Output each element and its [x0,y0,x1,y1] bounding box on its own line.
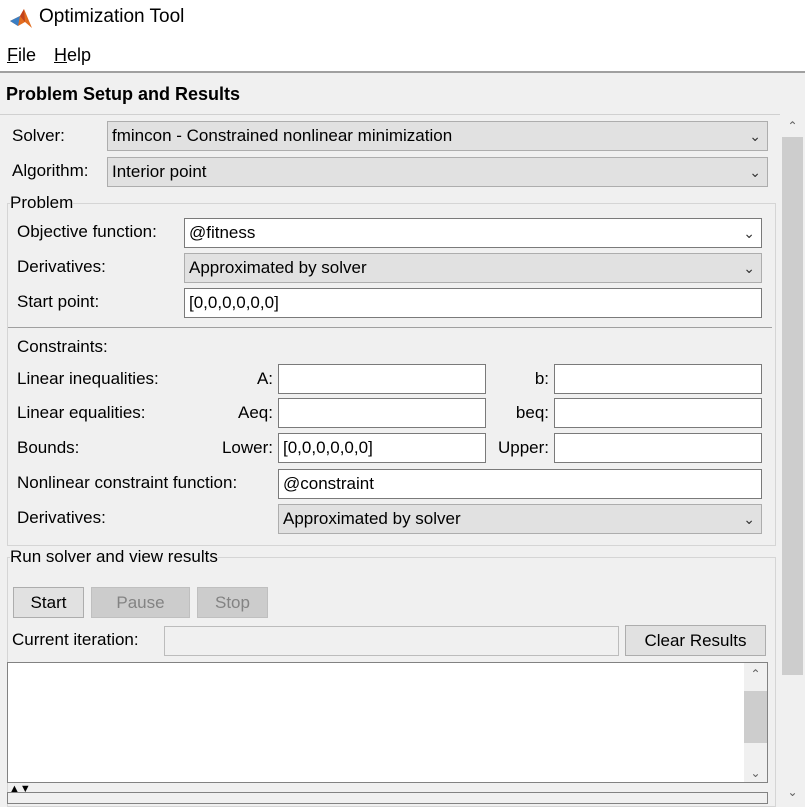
start-label: Start [30,593,67,612]
current-iteration-field [164,626,619,656]
start-point-label: Start point: [17,292,100,311]
main-scroll-thumb[interactable] [782,137,803,675]
lower-label: Lower: [221,438,273,457]
menu-bar: File Help [0,36,805,73]
b-label: b: [534,369,549,388]
scroll-down-icon[interactable]: ⌄ [744,766,767,780]
chevron-down-icon: ⌄ [749,164,761,180]
matlab-logo-icon [10,9,32,28]
linear-equalities-label: Linear equalities: [17,403,146,422]
menu-file[interactable]: File [7,45,36,66]
chevron-down-icon: ⌄ [743,260,755,276]
chevron-down-icon: ⌄ [743,511,755,527]
linear-inequalities-label: Linear inequalities: [17,369,159,388]
objective-function-input[interactable]: @fitness ⌄ [184,218,762,248]
algorithm-select[interactable]: Interior point ⌄ [107,157,768,187]
derivatives-value: Approximated by solver [189,258,367,277]
b-input[interactable] [554,364,762,394]
lower-panel [7,792,768,804]
algorithm-label: Algorithm: [12,161,89,180]
clear-results-button[interactable]: Clear Results [625,625,766,656]
pause-button[interactable]: Pause [91,587,190,618]
results-output[interactable]: ⌃ ⌄ [7,662,768,783]
divider [0,114,780,115]
aeq-input[interactable] [278,398,486,428]
algorithm-value: Interior point [112,162,207,181]
constraint-derivatives-label: Derivatives: [17,508,106,527]
pause-label: Pause [116,593,165,612]
objective-value: @fitness [189,223,256,242]
chevron-down-icon: ⌄ [743,225,755,241]
menu-help[interactable]: Help [54,45,91,66]
title-bar: Optimization Tool [0,0,805,36]
beq-input[interactable] [554,398,762,428]
a-input[interactable] [278,364,486,394]
separator [8,327,772,328]
constraint-derivatives-select[interactable]: Approximated by solver ⌄ [278,504,762,534]
solver-value: fmincon - Constrained nonlinear minimiza… [112,126,453,145]
objective-label: Objective function: [17,222,157,241]
window-title: Optimization Tool [39,6,185,27]
a-label: A: [256,369,273,388]
nonlinear-constraint-label: Nonlinear constraint function: [17,473,238,492]
stop-button[interactable]: Stop [197,587,268,618]
upper-bound-input[interactable] [554,433,762,463]
derivatives-select[interactable]: Approximated by solver ⌄ [184,253,762,283]
solver-label: Solver: [12,126,65,145]
results-scroll-thumb[interactable] [744,691,767,743]
constraint-derivatives-value: Approximated by solver [283,509,461,528]
current-iteration-label: Current iteration: [12,630,139,649]
clear-results-label: Clear Results [644,631,747,650]
start-button[interactable]: Start [13,587,84,618]
start-point-input[interactable]: [0,0,0,0,0,0] [184,288,762,318]
main-scrollbar[interactable]: ⌃ ⌄ [780,115,805,801]
scroll-up-icon[interactable]: ⌃ [744,667,767,681]
stop-label: Stop [215,593,250,612]
bounds-label: Bounds: [17,438,80,457]
beq-label: beq: [515,403,549,422]
upper-label: Upper: [497,438,549,457]
chevron-down-icon: ⌄ [749,128,761,144]
solver-select[interactable]: fmincon - Constrained nonlinear minimiza… [107,121,768,151]
problem-title: Problem [10,193,74,213]
scroll-up-icon[interactable]: ⌃ [780,119,805,133]
aeq-label: Aeq: [238,403,273,422]
scroll-down-icon[interactable]: ⌄ [780,785,805,799]
run-title: Run solver and view results [10,547,218,567]
nonlinear-constraint-input[interactable]: @constraint [278,469,762,499]
derivatives-label: Derivatives: [17,257,106,276]
results-scrollbar[interactable]: ⌃ ⌄ [744,663,767,782]
panel-title: Problem Setup and Results [6,84,241,104]
lower-bound-input[interactable]: [0,0,0,0,0,0] [278,433,486,463]
constraints-title: Constraints: [17,337,108,356]
